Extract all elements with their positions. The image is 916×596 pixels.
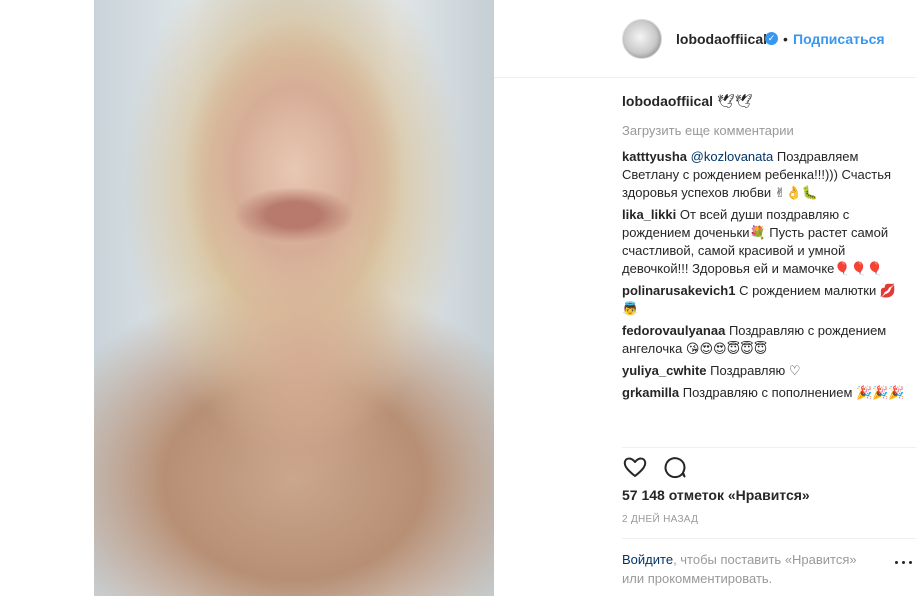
post-header: lobodaoffiical ✓ • Подписаться xyxy=(494,0,916,78)
comment-username[interactable]: polinarusakevich1 xyxy=(622,283,735,298)
comment-item: grkamilla Поздравляю с пополнением 🎉🎉🎉 xyxy=(622,384,912,402)
separator-dot: • xyxy=(783,31,788,47)
avatar[interactable] xyxy=(622,19,662,59)
comment-item: katttyusha @kozlovanata Поздравляем Свет… xyxy=(622,148,912,202)
load-more-comments-button[interactable]: Загрузить еще комментарии xyxy=(622,122,912,140)
follow-button[interactable]: Подписаться xyxy=(793,31,885,47)
comment-username[interactable]: lika_likki xyxy=(622,207,676,222)
comment-button[interactable] xyxy=(662,454,688,480)
comment-mention[interactable]: @kozlovanata xyxy=(691,149,774,164)
more-options-icon[interactable] xyxy=(894,556,914,570)
actions-divider xyxy=(622,447,916,448)
comment-username[interactable]: fedorovaulyanaa xyxy=(622,323,725,338)
comment-username[interactable]: yuliya_cwhite xyxy=(622,363,707,378)
owner-username[interactable]: lobodaoffiical xyxy=(676,31,767,47)
likes-count[interactable]: 57 148 отметок «Нравится» xyxy=(622,487,810,503)
login-link[interactable]: Войдите xyxy=(622,552,673,567)
like-button[interactable] xyxy=(622,454,648,480)
photo-hands-detail xyxy=(204,230,404,490)
comment-item: polinarusakevich1 С рождением малютки 💋👼 xyxy=(622,282,912,318)
heart-outline-icon xyxy=(623,457,647,477)
speech-bubble-icon xyxy=(664,457,686,479)
post-photo[interactable] xyxy=(94,0,494,596)
post-caption: lobodaoffiical 🕊🕊 xyxy=(622,92,912,110)
comment-item: lika_likki От всей души поздравляю с рож… xyxy=(622,206,912,278)
caption-username[interactable]: lobodaoffiical xyxy=(622,93,713,109)
login-prompt: Войдите, чтобы поставить «Нравится» или … xyxy=(622,550,882,588)
caption-text: 🕊🕊 xyxy=(716,93,753,109)
comment-text: Поздравляю ♡ xyxy=(710,363,801,378)
comments-list: lobodaoffiical 🕊🕊 Загрузить еще коммента… xyxy=(622,92,912,406)
post-side-panel: lobodaoffiical ✓ • Подписаться lobodaoff… xyxy=(494,0,916,596)
comment-container: katttyusha @kozlovanata Поздравляем Свет… xyxy=(622,148,912,402)
comment-username[interactable]: grkamilla xyxy=(622,385,679,400)
comment-item: fedorovaulyanaa Поздравляю с рождением а… xyxy=(622,322,912,358)
comment-text: Поздравляю с пополнением 🎉🎉🎉 xyxy=(682,385,905,400)
comment-username[interactable]: katttyusha xyxy=(622,149,687,164)
comment-item: yuliya_cwhite Поздравляю ♡ xyxy=(622,362,912,380)
verified-badge-icon: ✓ xyxy=(765,32,778,45)
login-divider xyxy=(622,538,916,539)
post-timestamp: 2 ДНЕЙ НАЗАД xyxy=(622,514,699,525)
